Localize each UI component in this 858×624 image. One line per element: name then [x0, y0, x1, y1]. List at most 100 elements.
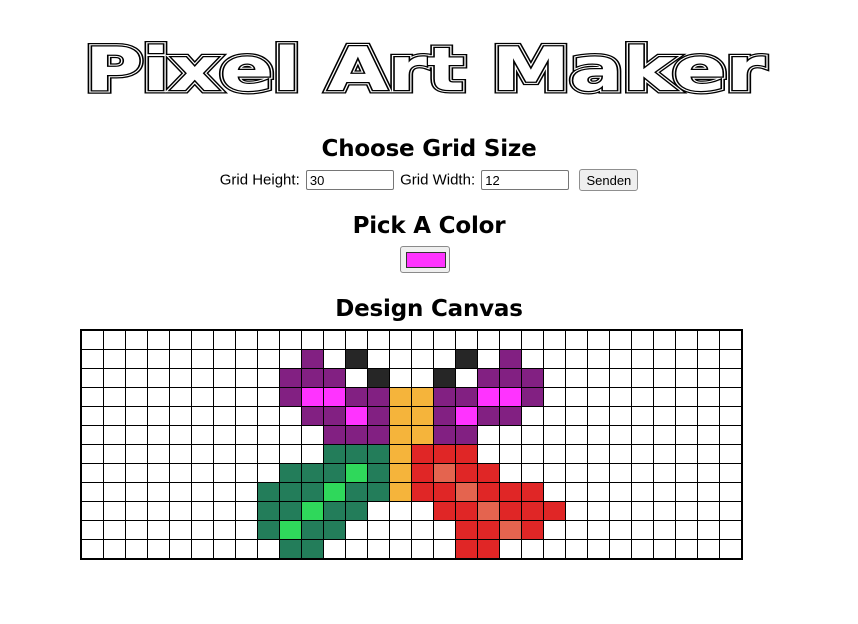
canvas-cell[interactable] [697, 539, 720, 560]
canvas-cell[interactable] [279, 463, 302, 483]
submit-button[interactable]: Senden [579, 169, 639, 191]
canvas-cell[interactable] [433, 349, 456, 369]
canvas-cell[interactable] [653, 387, 676, 407]
canvas-cell[interactable] [719, 406, 743, 426]
canvas-cell[interactable] [653, 520, 676, 540]
canvas-cell[interactable] [565, 520, 588, 540]
canvas-cell[interactable] [80, 482, 104, 502]
canvas-cell[interactable] [587, 387, 610, 407]
canvas-cell[interactable] [279, 349, 302, 369]
canvas-cell[interactable] [169, 425, 192, 445]
canvas-cell[interactable] [565, 501, 588, 521]
canvas-cell[interactable] [103, 387, 126, 407]
canvas-cell[interactable] [675, 444, 698, 464]
canvas-cell[interactable] [279, 444, 302, 464]
canvas-cell[interactable] [697, 329, 720, 350]
canvas-cell[interactable] [411, 329, 434, 350]
canvas-cell[interactable] [719, 368, 743, 388]
canvas-cell[interactable] [367, 425, 390, 445]
canvas-cell[interactable] [257, 425, 280, 445]
canvas-cell[interactable] [125, 387, 148, 407]
canvas-cell[interactable] [675, 539, 698, 560]
canvas-cell[interactable] [301, 349, 324, 369]
canvas-cell[interactable] [80, 539, 104, 560]
canvas-cell[interactable] [323, 406, 346, 426]
canvas-cell[interactable] [279, 387, 302, 407]
canvas-cell[interactable] [147, 539, 170, 560]
canvas-cell[interactable] [631, 329, 654, 350]
canvas-cell[interactable] [323, 368, 346, 388]
canvas-cell[interactable] [631, 539, 654, 560]
canvas-cell[interactable] [103, 482, 126, 502]
canvas-cell[interactable] [213, 501, 236, 521]
canvas-cell[interactable] [455, 425, 478, 445]
canvas-cell[interactable] [477, 387, 500, 407]
canvas-cell[interactable] [499, 406, 522, 426]
canvas-cell[interactable] [697, 387, 720, 407]
canvas-cell[interactable] [235, 406, 258, 426]
canvas-cell[interactable] [389, 501, 412, 521]
canvas-cell[interactable] [433, 501, 456, 521]
canvas-cell[interactable] [653, 425, 676, 445]
canvas-cell[interactable] [433, 425, 456, 445]
canvas-cell[interactable] [609, 463, 632, 483]
grid-height-input[interactable] [305, 170, 394, 190]
canvas-cell[interactable] [257, 329, 280, 350]
canvas-cell[interactable] [587, 425, 610, 445]
canvas-cell[interactable] [455, 463, 478, 483]
canvas-cell[interactable] [653, 329, 676, 350]
canvas-cell[interactable] [521, 444, 544, 464]
canvas-cell[interactable] [543, 444, 566, 464]
canvas-cell[interactable] [433, 463, 456, 483]
canvas-cell[interactable] [213, 406, 236, 426]
canvas-cell[interactable] [499, 482, 522, 502]
canvas-cell[interactable] [191, 425, 214, 445]
canvas-cell[interactable] [477, 406, 500, 426]
canvas-cell[interactable] [301, 329, 324, 350]
canvas-cell[interactable] [169, 501, 192, 521]
canvas-cell[interactable] [631, 463, 654, 483]
canvas-cell[interactable] [609, 387, 632, 407]
canvas-cell[interactable] [80, 501, 104, 521]
canvas-cell[interactable] [609, 444, 632, 464]
canvas-cell[interactable] [235, 501, 258, 521]
canvas-cell[interactable] [367, 482, 390, 502]
canvas-cell[interactable] [323, 482, 346, 502]
canvas-cell[interactable] [169, 387, 192, 407]
canvas-cell[interactable] [125, 406, 148, 426]
canvas-cell[interactable] [653, 444, 676, 464]
canvas-cell[interactable] [697, 444, 720, 464]
canvas-cell[interactable] [279, 329, 302, 350]
canvas-cell[interactable] [521, 368, 544, 388]
canvas-cell[interactable] [257, 463, 280, 483]
canvas-cell[interactable] [631, 368, 654, 388]
canvas-cell[interactable] [477, 349, 500, 369]
canvas-cell[interactable] [279, 539, 302, 560]
canvas-cell[interactable] [455, 368, 478, 388]
canvas-cell[interactable] [609, 406, 632, 426]
canvas-cell[interactable] [235, 329, 258, 350]
canvas-cell[interactable] [301, 520, 324, 540]
canvas-cell[interactable] [279, 520, 302, 540]
canvas-cell[interactable] [411, 406, 434, 426]
canvas-cell[interactable] [433, 444, 456, 464]
canvas-cell[interactable] [565, 539, 588, 560]
canvas-cell[interactable] [499, 329, 522, 350]
canvas-cell[interactable] [389, 368, 412, 388]
canvas-cell[interactable] [367, 463, 390, 483]
canvas-cell[interactable] [257, 539, 280, 560]
canvas-cell[interactable] [543, 387, 566, 407]
canvas-cell[interactable] [235, 444, 258, 464]
canvas-cell[interactable] [653, 368, 676, 388]
canvas-cell[interactable] [213, 444, 236, 464]
canvas-cell[interactable] [367, 539, 390, 560]
canvas-cell[interactable] [499, 425, 522, 445]
canvas-cell[interactable] [169, 482, 192, 502]
canvas-cell[interactable] [191, 406, 214, 426]
canvas-cell[interactable] [411, 387, 434, 407]
canvas-cell[interactable] [675, 425, 698, 445]
canvas-cell[interactable] [279, 406, 302, 426]
canvas-cell[interactable] [719, 425, 743, 445]
canvas-cell[interactable] [80, 520, 104, 540]
canvas-cell[interactable] [147, 406, 170, 426]
